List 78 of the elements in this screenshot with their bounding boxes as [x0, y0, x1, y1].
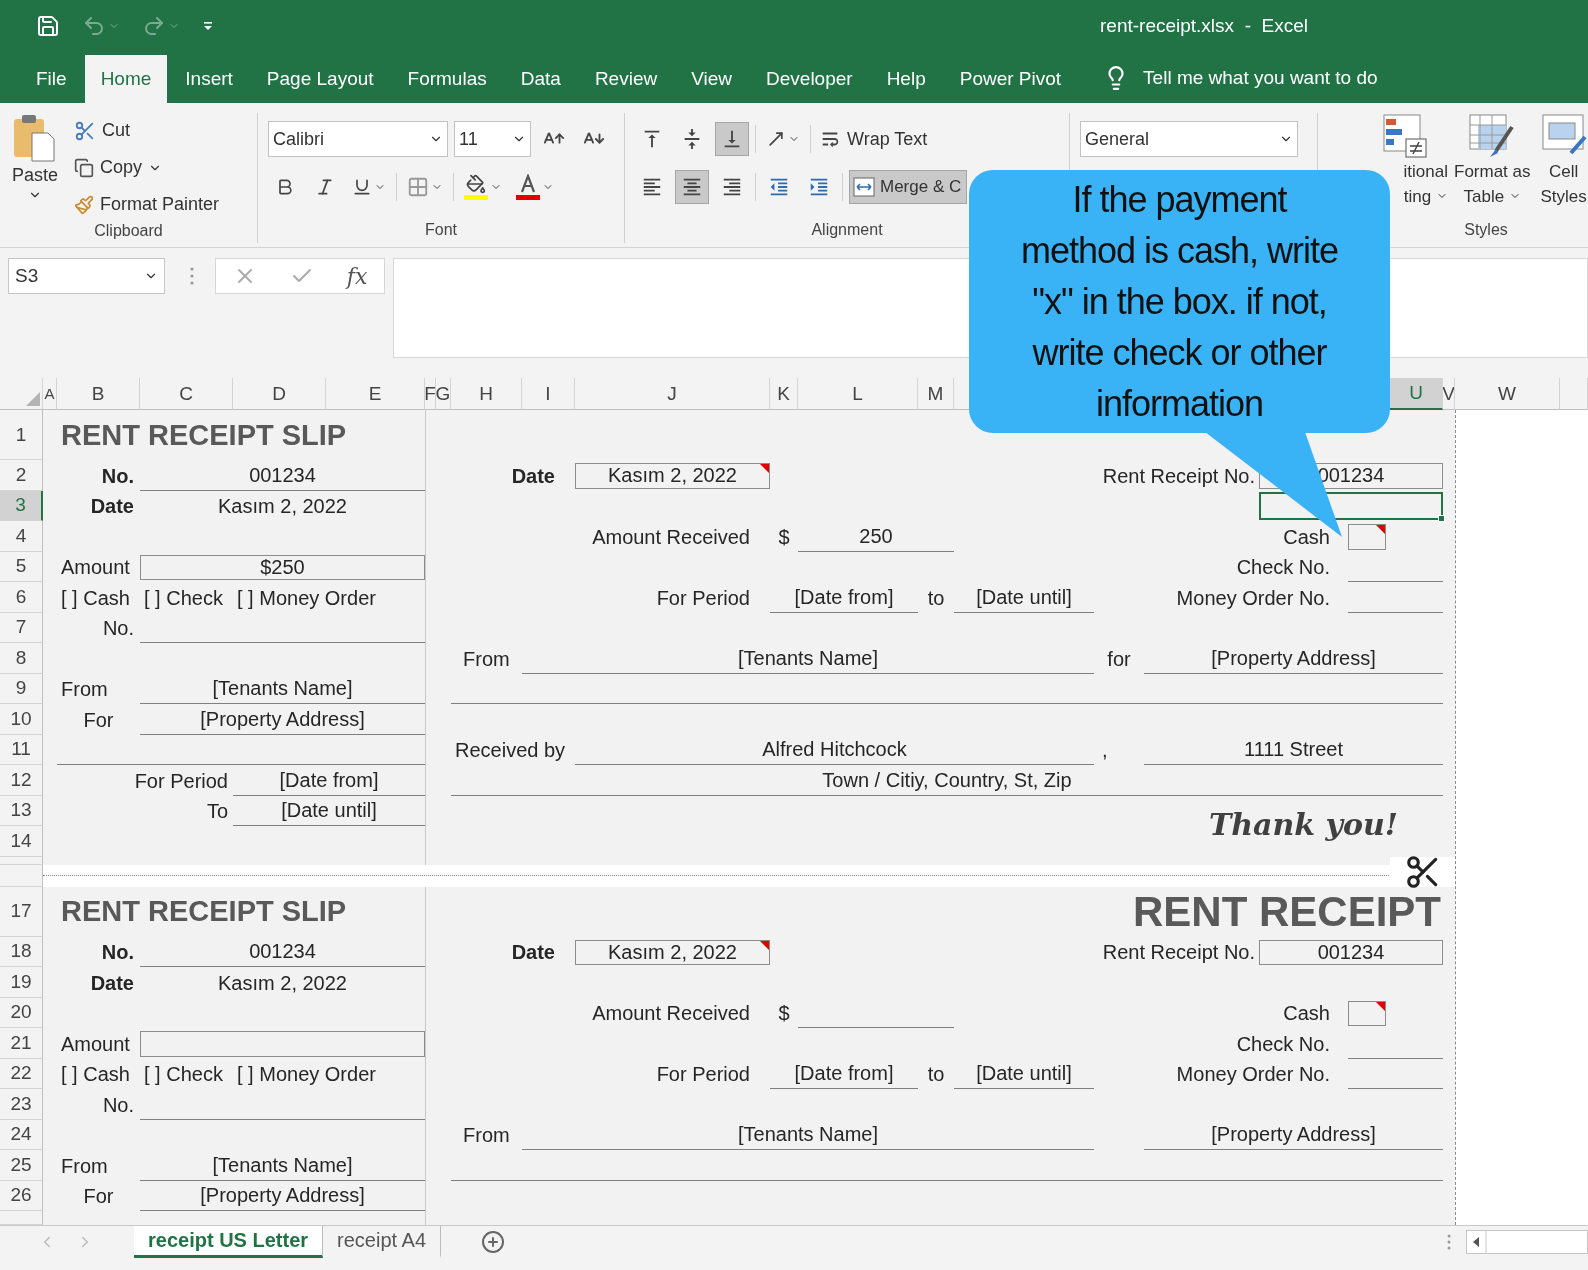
to-label: to — [926, 585, 946, 611]
period-until: [Date until] — [233, 795, 425, 826]
slip-title: RENT RECEIPT SLIP — [60, 417, 348, 453]
check-number-label: Check No. — [1235, 1031, 1331, 1057]
payment-option: [ ] Cash — [57, 1058, 140, 1089]
window-title: rent-receipt.xlsx - Excel — [1100, 15, 1308, 37]
date-field: Kasım 2, 2022 — [575, 939, 770, 965]
amount-label: Amount — [60, 1031, 131, 1057]
amount-field: $250 — [140, 554, 425, 580]
number-label: No. — [101, 1092, 135, 1118]
from-label: From — [462, 1123, 511, 1148]
period-until: [Date until] — [954, 1058, 1094, 1089]
money-order-label: Money Order No. — [1175, 1062, 1331, 1087]
date-label: Date — [89, 970, 135, 996]
period-from: [Date from] — [770, 582, 918, 613]
for-label: For — [82, 707, 115, 733]
date-label: Date — [510, 463, 556, 489]
receiver-name: Alfred Hitchcock — [575, 734, 1094, 765]
thank-you-text: Thank you! — [1207, 805, 1399, 844]
property-address: [Property Address] — [1144, 1119, 1443, 1150]
period-from: [Date from] — [233, 765, 425, 796]
property-address: [Property Address] — [140, 1180, 425, 1211]
receipt-number-label: Rent Receipt No. — [1101, 463, 1256, 489]
tenant-name: [Tenants Name] — [522, 643, 1094, 674]
receipt-number: 001234 — [140, 936, 425, 967]
comma: , — [1101, 738, 1109, 763]
cash-label: Cash — [1282, 524, 1331, 550]
receipt-title: RENT RECEIPT — [1131, 886, 1442, 937]
period-from: [Date from] — [770, 1058, 918, 1089]
check-number-label: Check No. — [1235, 555, 1331, 580]
payment-option: [ ] Money Order — [233, 582, 425, 613]
receipt-number-label: Rent Receipt No. — [1101, 940, 1256, 965]
group-label: Styles — [1464, 221, 1508, 239]
money-order-label: Money Order No. — [1175, 585, 1331, 611]
period-label: For Period — [655, 1062, 751, 1087]
amount-value: 250 — [798, 521, 954, 552]
currency-sign: $ — [777, 524, 791, 550]
cash-label: Cash — [1282, 1001, 1331, 1026]
date-label: Date — [89, 494, 135, 519]
number-label: No. — [101, 616, 135, 641]
for-label: for — [1106, 646, 1132, 672]
from-label: From — [60, 677, 109, 702]
from-label: From — [60, 1153, 109, 1179]
number-label: No. — [100, 940, 135, 965]
payment-option: [ ] Cash — [57, 582, 140, 613]
slip-title: RENT RECEIPT SLIP — [60, 894, 348, 929]
group-label: Alignment — [811, 221, 883, 239]
payment-option: [ ] Check — [140, 582, 233, 613]
receipt-number: 001234 — [140, 460, 425, 491]
period-until: [Date until] — [954, 582, 1094, 613]
group-label: Font — [425, 221, 457, 239]
for-label: For — [82, 1184, 115, 1209]
property-address: [Property Address] — [140, 704, 425, 735]
from-label: From — [462, 646, 511, 672]
amount-label: Amount Received — [591, 524, 751, 550]
street-address: 1111 Street — [1144, 734, 1443, 765]
receipt-number-field: 001234 — [1259, 939, 1443, 965]
amount-label: Amount Received — [591, 1001, 751, 1026]
to-label: To — [205, 799, 229, 824]
date-value: Kasım 2, 2022 — [217, 970, 348, 996]
tenant-name: [Tenants Name] — [140, 673, 425, 704]
group-label: Clipboard — [94, 222, 163, 240]
city-line: Town / Citiy, Country, St, Zip — [451, 765, 1443, 796]
tenant-name: [Tenants Name] — [522, 1119, 1094, 1150]
property-address: [Property Address] — [1144, 643, 1443, 674]
payment-option: [ ] Money Order — [233, 1058, 425, 1089]
date-field: Kasım 2, 2022 — [575, 463, 770, 489]
currency-sign: $ — [777, 1001, 791, 1026]
number-label: No. — [100, 463, 135, 489]
to-label: to — [926, 1062, 946, 1087]
received-by-label: Received by — [454, 738, 567, 763]
payment-option: [ ] Check — [140, 1058, 233, 1089]
tenant-name: [Tenants Name] — [140, 1150, 425, 1181]
amount-label: Amount — [60, 555, 131, 580]
date-label: Date — [510, 940, 556, 965]
period-label: For Period — [133, 768, 229, 794]
date-value: Kasım 2, 2022 — [217, 494, 348, 519]
period-label: For Period — [655, 585, 751, 611]
